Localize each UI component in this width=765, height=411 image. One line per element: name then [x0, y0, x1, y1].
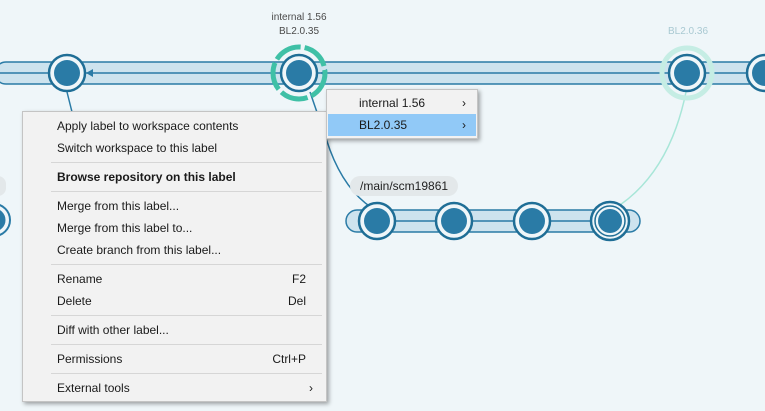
changeset-node-fill	[54, 60, 80, 86]
menu-item-merge-from-to[interactable]: Merge from this label to...	[24, 217, 325, 239]
menu-item-shortcut: Ctrl+P	[272, 352, 306, 366]
submenu-item-internal-1-56[interactable]: internal 1.56 ›	[328, 92, 476, 114]
label-submenu: internal 1.56 › BL2.0.35 ›	[326, 89, 478, 139]
chevron-right-icon: ›	[462, 96, 466, 110]
submenu-item-label: BL2.0.35	[359, 118, 408, 132]
submenu-item-bl2-0-35[interactable]: BL2.0.35 ›	[328, 114, 476, 136]
changeset-node-fill	[519, 208, 545, 234]
menu-item-label: Merge from this label...	[57, 199, 180, 213]
node-label-group: BL2.0.36	[648, 26, 728, 37]
node-label-group: internal 1.56 BL2.0.35	[259, 12, 339, 37]
menu-separator	[51, 191, 322, 192]
menu-separator	[51, 264, 322, 265]
branch-connector	[66, 91, 73, 113]
menu-separator	[51, 162, 322, 163]
menu-separator	[51, 315, 322, 316]
menu-item-apply-label[interactable]: Apply label to workspace contents	[24, 115, 325, 137]
menu-item-label: Diff with other label...	[57, 323, 169, 337]
menu-item-shortcut: Del	[287, 294, 306, 308]
menu-item-label: Delete	[57, 294, 92, 308]
menu-item-label: Permissions	[57, 352, 123, 366]
menu-item-label: Apply label to workspace contents	[57, 119, 239, 133]
changeset-node-fill	[364, 208, 390, 234]
merge-connector	[619, 91, 687, 206]
changeset-node-fill	[441, 208, 467, 234]
menu-item-shortcut: F2	[291, 272, 306, 286]
menu-item-rename[interactable]: Rename F2	[24, 268, 325, 290]
menu-item-permissions[interactable]: Permissions Ctrl+P	[24, 348, 325, 370]
menu-item-merge-from[interactable]: Merge from this label...	[24, 195, 325, 217]
chevron-right-icon: ›	[462, 118, 466, 132]
chevron-right-icon: ›	[309, 381, 313, 395]
menu-item-label: Rename	[57, 272, 103, 286]
menu-item-label: Browse repository on this label	[57, 170, 236, 184]
menu-separator	[51, 373, 322, 374]
menu-item-diff-label[interactable]: Diff with other label...	[24, 319, 325, 341]
label-context-menu: Apply label to workspace contents Switch…	[22, 111, 327, 402]
changeset-node-fill	[286, 60, 312, 86]
menu-item-external-tools[interactable]: External tools ›	[24, 377, 325, 399]
menu-item-browse-repository[interactable]: Browse repository on this label	[24, 166, 325, 188]
changeset-node-fill	[598, 209, 622, 233]
menu-item-label: Switch workspace to this label	[57, 141, 218, 155]
menu-item-label: External tools	[57, 381, 130, 395]
changeset-node-fill	[674, 60, 700, 86]
branch-name-label[interactable]: /main/scm19861	[350, 176, 459, 196]
menu-item-create-branch[interactable]: Create branch from this label...	[24, 239, 325, 261]
menu-item-label: Merge from this label to...	[57, 221, 193, 235]
menu-item-label: Create branch from this label...	[57, 243, 222, 257]
menu-item-switch-workspace[interactable]: Switch workspace to this label	[24, 137, 325, 159]
label-tag: BL2.0.35	[278, 26, 320, 37]
menu-item-delete[interactable]: Delete Del	[24, 290, 325, 312]
label-tag: BL2.0.36	[667, 26, 709, 37]
submenu-item-label: internal 1.56	[359, 96, 426, 110]
label-tag: internal 1.56	[271, 12, 327, 23]
menu-separator	[51, 344, 322, 345]
